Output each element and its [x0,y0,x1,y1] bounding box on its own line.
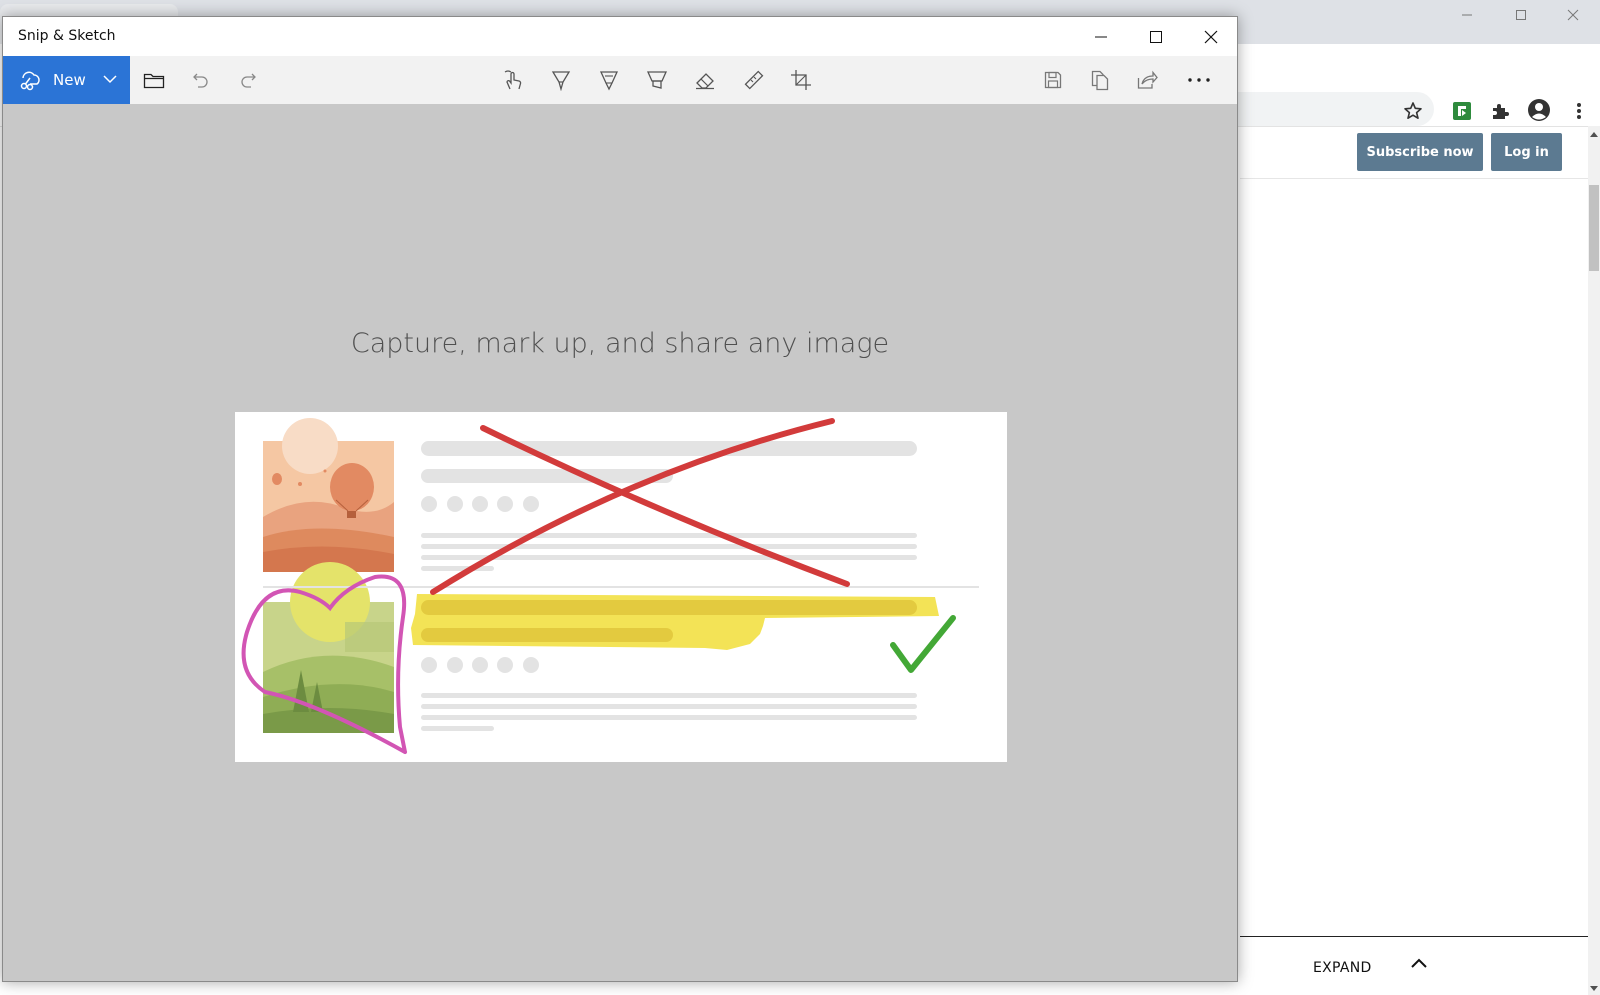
redo-icon [241,73,256,88]
maximize-icon [1516,10,1526,20]
scroll-up-arrow[interactable] [1590,132,1598,137]
snip-canvas-area: Capture, mark up, and share any image [3,104,1237,981]
ballpoint-pen-button[interactable] [545,65,577,95]
extension-green-icon [1453,102,1471,120]
new-snip-button[interactable]: New [3,56,130,104]
copy-button[interactable] [1084,65,1116,95]
save-icon [1044,71,1062,89]
undo-button[interactable] [185,65,217,95]
see-more-button[interactable] [1183,65,1215,95]
touch-writing-icon [504,70,522,90]
browser-menu-button[interactable] [1564,96,1594,126]
green-checkmark [890,615,956,673]
eraser-button[interactable] [689,65,721,95]
expand-button[interactable]: EXPAND [1313,960,1372,976]
header-divider [1240,178,1588,179]
profile-icon [1528,99,1550,121]
close-icon [1567,9,1579,21]
chevron-up-icon [1411,958,1427,968]
ballpoint-pen-icon [551,71,571,91]
pencil-icon [599,71,619,91]
open-file-button[interactable] [138,65,170,95]
scroll-thumb[interactable] [1589,185,1599,271]
share-icon [1137,70,1158,89]
balloon-landscape-image [263,418,394,572]
new-label: New [53,71,86,89]
eraser-icon [696,73,714,90]
ruler-icon [744,70,764,90]
redo-button[interactable] [232,65,264,95]
minimize-button[interactable] [1073,17,1128,56]
markup-illustration [241,418,979,754]
highlighter-icon [646,71,668,89]
extension-green-button[interactable] [1447,96,1477,126]
pencil-button[interactable] [593,65,625,95]
crop-icon [791,70,811,90]
snip-toolbar: New [3,56,1237,104]
bookmark-star-button[interactable] [1398,96,1428,126]
touch-writing-button[interactable] [497,65,529,95]
close-button[interactable] [1183,17,1238,56]
profile-button[interactable] [1524,95,1554,125]
minimize-icon [1462,14,1472,16]
chevron-down-icon[interactable] [102,71,118,87]
maximize-button[interactable] [1128,17,1183,56]
star-icon [1404,102,1422,120]
expand-chevron-button[interactable] [1410,956,1428,974]
close-icon [1204,30,1217,43]
snip-titlebar: Snip & Sketch [3,17,1237,56]
browser-minimize-button[interactable] [1440,0,1494,30]
window-title: Snip & Sketch [18,28,116,44]
maximize-icon [1149,30,1162,43]
browser-close-button[interactable] [1546,0,1600,30]
snip-scissors-icon [20,71,40,91]
kebab-menu-icon [1577,103,1581,119]
snip-sketch-window: Snip & Sketch New Capture, mark up, and … [2,16,1238,982]
open-folder-icon [143,73,165,89]
subscribe-now-button[interactable]: Subscribe now [1357,133,1483,171]
save-button[interactable] [1037,65,1069,95]
share-button[interactable] [1131,65,1163,95]
crop-button[interactable] [785,65,817,95]
ruler-button[interactable] [737,65,769,95]
welcome-illustration [235,412,1007,762]
welcome-headline: Capture, mark up, and share any image [350,328,890,359]
highlighter-strokes [411,594,939,650]
minimize-icon [1094,36,1107,37]
puzzle-icon [1493,104,1509,119]
more-icon [1188,78,1210,82]
scroll-down-arrow[interactable] [1590,986,1598,991]
highlighter-button[interactable] [641,65,673,95]
extensions-button[interactable] [1485,96,1515,126]
undo-icon [193,73,208,88]
browser-maximize-button[interactable] [1494,0,1548,30]
copy-icon [1091,70,1109,91]
log-in-button[interactable]: Log in [1491,133,1562,171]
